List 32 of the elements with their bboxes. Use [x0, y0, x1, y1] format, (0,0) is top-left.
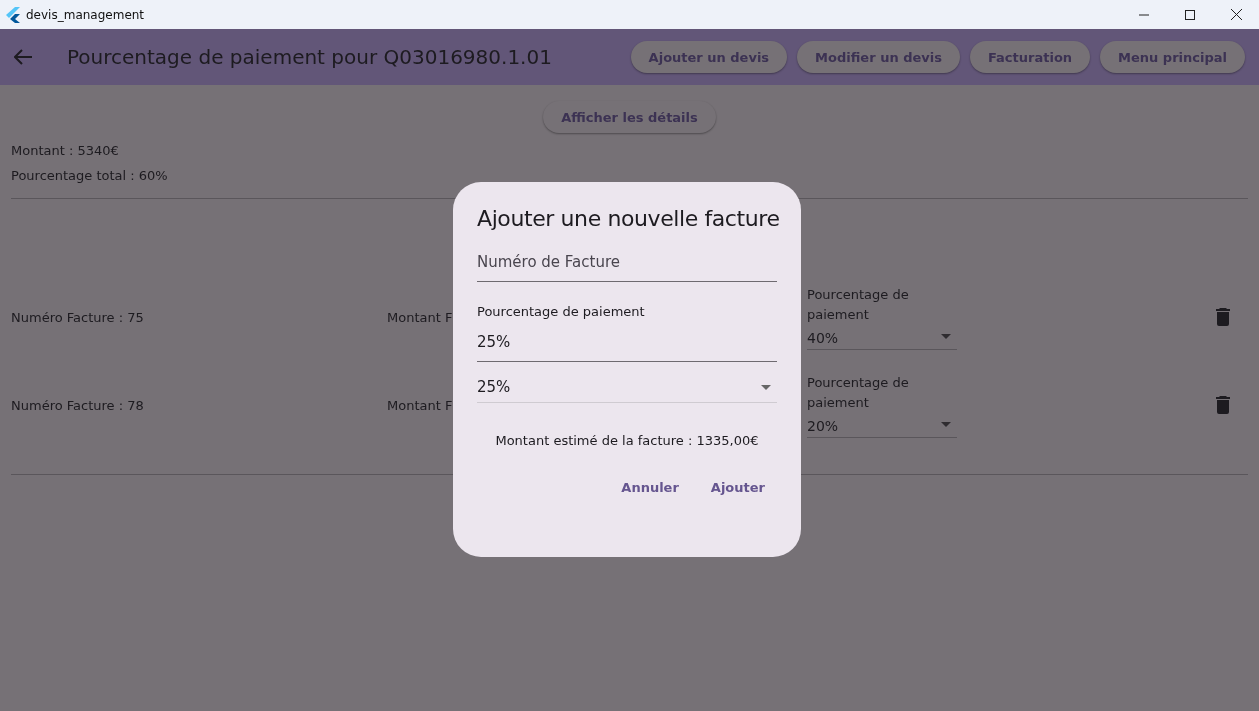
invoice-amount: Montant F: [387, 397, 453, 413]
invoice-number: Numéro Facture : 78: [11, 397, 144, 413]
caret-icon: [941, 421, 951, 427]
show-details-button[interactable]: Afficher les détails: [543, 101, 716, 133]
app-logo-icon: [6, 6, 20, 23]
dialog-button[interactable]: Annuler: [609, 476, 691, 499]
field-label: Pourcentage de paiement: [477, 304, 645, 319]
delete-icon[interactable]: [1216, 308, 1230, 326]
window-title: devis_management: [26, 7, 145, 22]
close-icon[interactable]: [1231, 9, 1242, 20]
summary-text: Pourcentage total : 60%: [11, 168, 169, 183]
invoice-number: Numéro Facture : 75: [11, 309, 144, 325]
invoice-amount: Montant F: [387, 309, 453, 325]
nav-button[interactable]: Menu principal: [1100, 41, 1245, 73]
caret-icon: [941, 333, 951, 339]
nav-button[interactable]: Ajouter un devis: [630, 41, 788, 73]
nav-button[interactable]: Modifier un devis: [797, 41, 960, 73]
dialog-button[interactable]: Ajouter: [698, 476, 777, 499]
back-arrow-icon[interactable]: [14, 49, 32, 65]
invoice-number-field[interactable]: Numéro de Facture: [477, 253, 777, 282]
maximize-icon[interactable]: [1185, 9, 1195, 20]
delete-icon[interactable]: [1216, 396, 1230, 414]
percent-dropdown[interactable]: 25%: [477, 378, 777, 403]
estimate-text: Montant estimé de la facture : 1335,00€: [494, 433, 760, 448]
percent-dropdown[interactable]: Pourcentage de paiement 20%: [807, 372, 957, 438]
percent-dropdown[interactable]: Pourcentage de paiement 40%: [807, 284, 957, 350]
summary-text: Montant : 5340€: [11, 143, 120, 158]
percent-field[interactable]: 25%: [477, 319, 777, 362]
page-title: Pourcentage de paiement pour Q03016980.1.01: [67, 45, 552, 69]
dialog-title: Ajouter une nouvelle facture: [477, 206, 777, 231]
caret-icon: [761, 384, 771, 390]
nav-button[interactable]: Facturation: [969, 41, 1091, 73]
